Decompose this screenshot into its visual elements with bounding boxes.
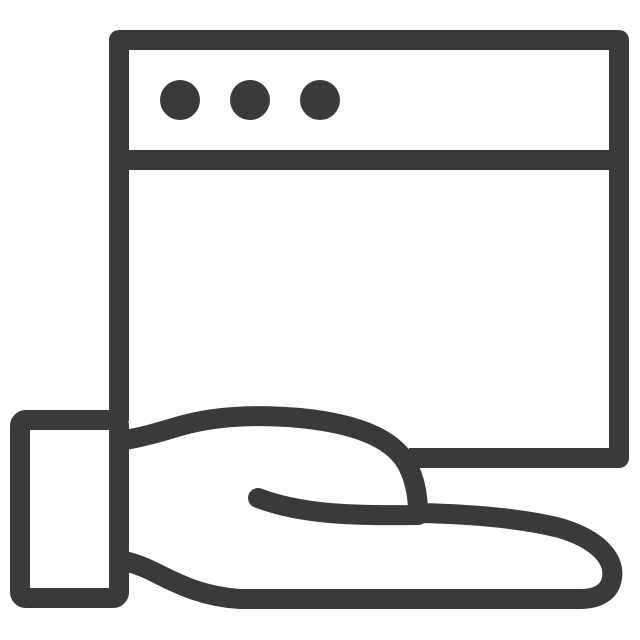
window-dot-1 — [160, 80, 200, 120]
window-dot-3 — [300, 80, 340, 120]
web-service-hand-icon — [10, 30, 629, 609]
icon-canvas — [0, 0, 640, 640]
sleeve-cuff — [10, 410, 129, 608]
hand-thumb-line — [248, 488, 428, 526]
hand-icon — [109, 406, 623, 609]
window-dots — [160, 80, 340, 120]
window-dot-2 — [230, 80, 270, 120]
